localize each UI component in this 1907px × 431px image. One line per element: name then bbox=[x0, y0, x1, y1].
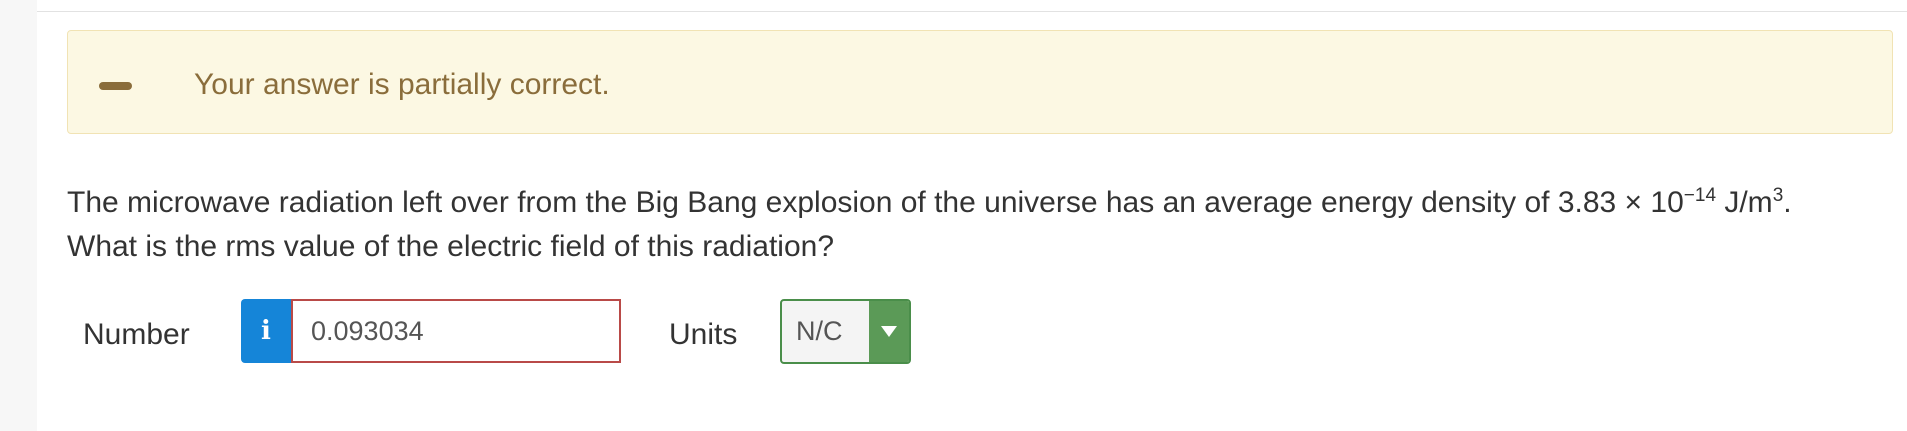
feedback-message: Your answer is partially correct. bbox=[194, 68, 610, 101]
feedback-alert: Your answer is partially correct. bbox=[67, 30, 1893, 134]
minus-icon bbox=[99, 82, 132, 90]
exponent: −14 bbox=[1683, 185, 1717, 206]
units-dropdown-button[interactable] bbox=[869, 301, 909, 362]
question-line-1: The microwave radiation left over from t… bbox=[67, 186, 1792, 219]
caret-down-icon bbox=[881, 326, 897, 337]
question-panel: Your answer is partially correct. The mi… bbox=[37, 0, 1907, 431]
units-label: Units bbox=[669, 318, 738, 351]
question-line-2: What is the rms value of the electric fi… bbox=[67, 230, 835, 263]
number-label: Number bbox=[83, 318, 190, 351]
question-line-1-end: . bbox=[1783, 186, 1792, 219]
question-text: The microwave radiation left over from t… bbox=[67, 181, 1792, 269]
question-line-1-text: The microwave radiation left over from t… bbox=[67, 186, 1684, 219]
info-icon[interactable]: i bbox=[241, 299, 291, 363]
info-glyph: i bbox=[261, 316, 271, 346]
unit-base: J/m bbox=[1716, 186, 1773, 219]
units-select[interactable]: N/C bbox=[780, 299, 911, 364]
top-divider bbox=[37, 11, 1907, 12]
units-selected-value: N/C bbox=[796, 316, 843, 346]
unit-exponent: 3 bbox=[1772, 185, 1784, 206]
number-input[interactable] bbox=[291, 299, 621, 363]
